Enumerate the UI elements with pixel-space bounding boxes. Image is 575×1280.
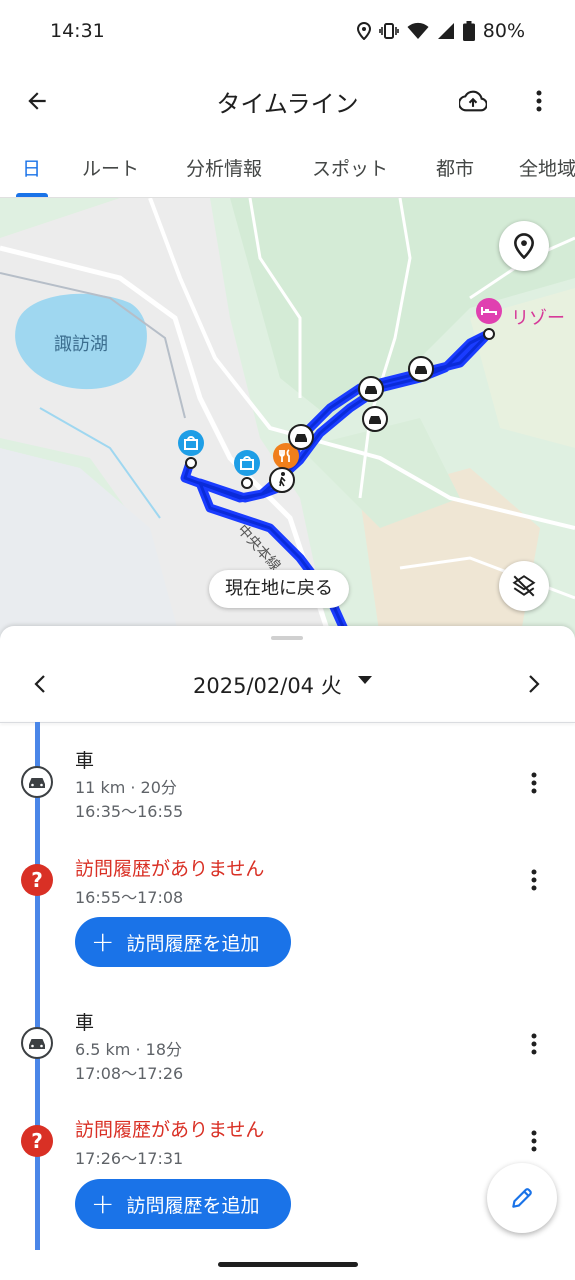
plus-icon: + xyxy=(91,1187,115,1220)
question-icon: ? xyxy=(21,864,53,896)
date-selector[interactable]: 2025/02/04 火 xyxy=(193,670,342,700)
timeline-item-title[interactable]: 車 xyxy=(75,1008,94,1035)
timeline-item-detail: 11 km · 20分 xyxy=(75,778,177,797)
plus-icon: + xyxy=(91,925,115,958)
timeline-item-detail: 6.5 km · 18分 xyxy=(75,1040,183,1059)
shopping-pin-icon-2[interactable] xyxy=(232,450,262,490)
edit-button[interactable] xyxy=(487,1163,557,1233)
edit-pencil-icon xyxy=(512,1188,532,1208)
drag-handle[interactable] xyxy=(271,636,303,640)
chevron-right-icon xyxy=(529,675,540,693)
status-icons: 80% xyxy=(356,20,525,42)
tab-bar: 日 ルート 分析情報 スポット 都市 全地域 xyxy=(0,136,575,198)
timeline-item-title[interactable]: 車 xyxy=(75,746,94,773)
app-bar: タイムライン xyxy=(0,66,575,136)
lake-label: 諏訪湖 xyxy=(54,334,108,355)
battery-level: 80% xyxy=(482,20,525,42)
tab-insights[interactable]: 分析情報 xyxy=(186,154,262,181)
layers-off-button[interactable] xyxy=(499,561,549,611)
tab-places[interactable]: スポット xyxy=(312,154,388,181)
shopping-pin-icon[interactable] xyxy=(176,430,206,470)
layers-off-icon xyxy=(512,575,536,597)
more-options-button[interactable] xyxy=(518,80,560,122)
hotel-pin-icon[interactable] xyxy=(474,298,504,342)
gesture-nav-bar[interactable] xyxy=(218,1262,358,1267)
car-marker-icon xyxy=(362,406,388,432)
car-icon xyxy=(21,766,53,798)
timeline-item-time: 17:26〜17:31 xyxy=(75,1149,184,1168)
previous-day-button[interactable] xyxy=(22,666,58,702)
more-vert-icon xyxy=(531,1033,537,1055)
location-pin-button[interactable] xyxy=(499,221,549,271)
tab-day[interactable]: 日 xyxy=(22,154,41,181)
status-time: 14:31 xyxy=(50,20,105,42)
add-visit-button[interactable]: + 訪問履歴を追加 xyxy=(75,1179,291,1229)
signal-icon xyxy=(437,22,455,40)
map-view[interactable]: 諏訪湖 中央本線 リゾー 現在地に戻る xyxy=(0,198,575,638)
timeline-item-time: 16:35〜16:55 xyxy=(75,802,184,821)
item-more-button[interactable] xyxy=(518,864,550,896)
wifi-icon xyxy=(407,22,429,40)
timeline-item-title[interactable]: 訪問履歴がありません xyxy=(75,854,264,881)
item-more-button[interactable] xyxy=(518,1125,550,1157)
resort-label: リゾー xyxy=(511,308,565,329)
battery-icon xyxy=(462,21,475,41)
divider xyxy=(0,722,575,723)
more-vert-icon xyxy=(531,869,537,891)
timeline-line xyxy=(35,722,40,1250)
walking-icon xyxy=(269,467,295,493)
location-pin-icon xyxy=(514,233,534,259)
timeline-item-time: 17:08〜17:26 xyxy=(75,1064,184,1083)
vibrate-icon xyxy=(378,22,399,40)
backup-button[interactable] xyxy=(452,80,494,122)
dropdown-arrow-icon[interactable] xyxy=(358,676,372,684)
add-visit-label: 訪問履歴を追加 xyxy=(126,932,260,955)
question-icon: ? xyxy=(21,1125,53,1157)
car-marker-icon xyxy=(358,376,384,402)
tab-world[interactable]: 全地域 xyxy=(519,154,575,181)
tab-indicator xyxy=(16,193,48,197)
item-more-button[interactable] xyxy=(518,767,550,799)
tab-routes[interactable]: ルート xyxy=(82,154,139,181)
add-visit-button[interactable]: + 訪問履歴を追加 xyxy=(75,917,291,967)
next-day-button[interactable] xyxy=(516,666,552,702)
car-marker-icon xyxy=(408,356,434,382)
recenter-button[interactable]: 現在地に戻る xyxy=(209,570,349,608)
more-vert-icon xyxy=(531,1130,537,1152)
add-visit-label: 訪問履歴を追加 xyxy=(126,1194,260,1217)
more-vert-icon xyxy=(536,90,542,112)
chevron-left-icon xyxy=(34,675,45,693)
car-icon xyxy=(21,1027,53,1059)
timeline-item-title[interactable]: 訪問履歴がありません xyxy=(75,1115,264,1142)
cloud-upload-icon xyxy=(459,90,487,112)
tab-cities[interactable]: 都市 xyxy=(436,154,474,181)
date-navigator: 2025/02/04 火 xyxy=(0,656,575,712)
location-icon xyxy=(356,22,371,40)
car-marker-icon xyxy=(288,424,314,450)
timeline-item-time: 16:55〜17:08 xyxy=(75,888,184,907)
item-more-button[interactable] xyxy=(518,1028,550,1060)
more-vert-icon xyxy=(531,772,537,794)
status-bar: 14:31 80% xyxy=(0,0,575,66)
